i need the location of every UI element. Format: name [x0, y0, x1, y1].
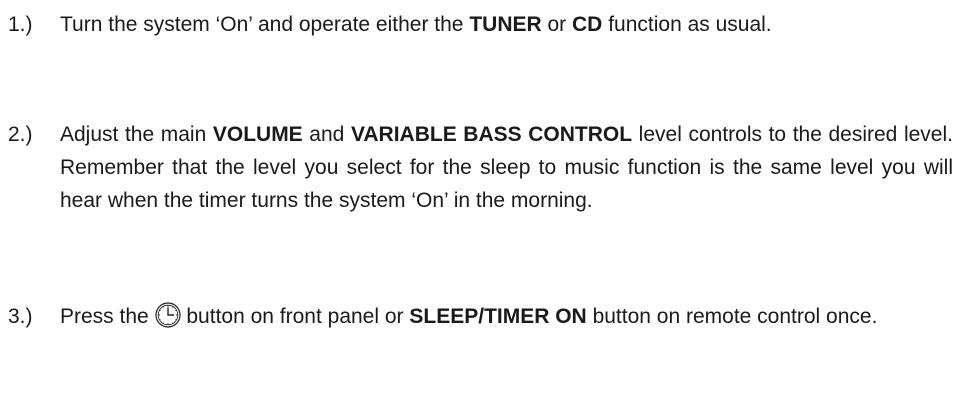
- text-run: or: [541, 13, 573, 36]
- bold-term-tuner: TUNER: [469, 13, 542, 36]
- step-number: 2.): [8, 123, 33, 146]
- bold-term-volume: VOLUME: [212, 123, 303, 146]
- bold-term-sleep-timer-on: SLEEP/TIMER ON: [409, 305, 587, 328]
- step-number: 3.): [8, 305, 33, 328]
- text-run: function as usual.: [602, 13, 772, 36]
- text-run: Adjust the main: [60, 123, 213, 146]
- text-run: and: [302, 123, 351, 146]
- text-run: button on front panel or: [180, 305, 410, 328]
- bold-term-cd: CD: [572, 13, 603, 36]
- step-text: Adjust the main VOLUME and VARIABLE BASS…: [60, 118, 953, 217]
- text-run: button on remote control once.: [586, 305, 878, 328]
- bold-term-variable-bass-control: VARIABLE BASS CONTROL: [350, 123, 633, 146]
- text-run: Press the: [60, 305, 155, 328]
- step-text: Press the button on front panel or SLEEP…: [60, 300, 953, 333]
- clock-icon: [154, 302, 181, 328]
- step-number: 1.): [8, 13, 33, 36]
- text-run: Turn the system ‘On’ and operate either …: [60, 13, 470, 36]
- step-text: Turn the system ‘On’ and operate either …: [60, 8, 953, 41]
